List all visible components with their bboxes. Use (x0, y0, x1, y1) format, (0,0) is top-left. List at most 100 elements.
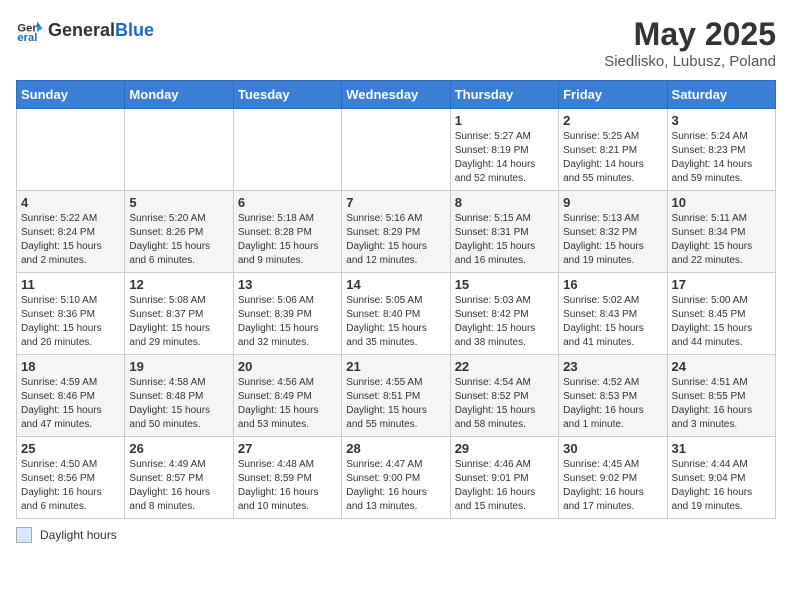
day-info: Sunrise: 4:58 AMSunset: 8:48 PMDaylight:… (129, 376, 228, 432)
day-info: Sunrise: 5:10 AMSunset: 8:36 PMDaylight:… (21, 294, 120, 350)
table-row: 29 Sunrise: 4:46 AMSunset: 9:01 PMDaylig… (450, 437, 558, 519)
table-row: 5 Sunrise: 5:20 AMSunset: 8:26 PMDayligh… (125, 191, 233, 273)
table-row: 27 Sunrise: 4:48 AMSunset: 8:59 PMDaylig… (233, 437, 341, 519)
day-number: 13 (238, 277, 337, 292)
day-info: Sunrise: 5:15 AMSunset: 8:31 PMDaylight:… (455, 212, 554, 268)
day-number: 4 (21, 195, 120, 210)
logo-general: General (48, 20, 115, 40)
day-info: Sunrise: 4:59 AMSunset: 8:46 PMDaylight:… (21, 376, 120, 432)
calendar-week-row: 1 Sunrise: 5:27 AMSunset: 8:19 PMDayligh… (17, 109, 776, 191)
table-row (125, 109, 233, 191)
table-row: 17 Sunrise: 5:00 AMSunset: 8:45 PMDaylig… (667, 273, 775, 355)
table-row (233, 109, 341, 191)
table-row (342, 109, 450, 191)
day-info: Sunrise: 4:52 AMSunset: 8:53 PMDaylight:… (563, 376, 662, 432)
calendar-week-row: 11 Sunrise: 5:10 AMSunset: 8:36 PMDaylig… (17, 273, 776, 355)
table-row: 15 Sunrise: 5:03 AMSunset: 8:42 PMDaylig… (450, 273, 558, 355)
day-info: Sunrise: 5:20 AMSunset: 8:26 PMDaylight:… (129, 212, 228, 268)
day-info: Sunrise: 5:16 AMSunset: 8:29 PMDaylight:… (346, 212, 445, 268)
table-row: 20 Sunrise: 4:56 AMSunset: 8:49 PMDaylig… (233, 355, 341, 437)
day-info: Sunrise: 4:44 AMSunset: 9:04 PMDaylight:… (672, 458, 771, 514)
header-tuesday: Tuesday (233, 81, 341, 109)
table-row: 19 Sunrise: 4:58 AMSunset: 8:48 PMDaylig… (125, 355, 233, 437)
table-row: 31 Sunrise: 4:44 AMSunset: 9:04 PMDaylig… (667, 437, 775, 519)
day-number: 7 (346, 195, 445, 210)
day-number: 17 (672, 277, 771, 292)
day-number: 30 (563, 441, 662, 456)
table-row: 30 Sunrise: 4:45 AMSunset: 9:02 PMDaylig… (559, 437, 667, 519)
table-row: 12 Sunrise: 5:08 AMSunset: 8:37 PMDaylig… (125, 273, 233, 355)
day-info: Sunrise: 4:56 AMSunset: 8:49 PMDaylight:… (238, 376, 337, 432)
page-header: Gen eral GeneralBlue May 2025 Siedlisko,… (16, 16, 776, 70)
day-number: 15 (455, 277, 554, 292)
day-info: Sunrise: 5:22 AMSunset: 8:24 PMDaylight:… (21, 212, 120, 268)
table-row: 25 Sunrise: 4:50 AMSunset: 8:56 PMDaylig… (17, 437, 125, 519)
day-info: Sunrise: 5:13 AMSunset: 8:32 PMDaylight:… (563, 212, 662, 268)
day-info: Sunrise: 5:05 AMSunset: 8:40 PMDaylight:… (346, 294, 445, 350)
legend-label: Daylight hours (40, 528, 117, 542)
table-row: 24 Sunrise: 4:51 AMSunset: 8:55 PMDaylig… (667, 355, 775, 437)
svg-text:eral: eral (17, 32, 37, 44)
header-sunday: Sunday (17, 81, 125, 109)
table-row: 28 Sunrise: 4:47 AMSunset: 9:00 PMDaylig… (342, 437, 450, 519)
table-row: 7 Sunrise: 5:16 AMSunset: 8:29 PMDayligh… (342, 191, 450, 273)
day-info: Sunrise: 4:49 AMSunset: 8:57 PMDaylight:… (129, 458, 228, 514)
day-number: 3 (672, 113, 771, 128)
day-number: 25 (21, 441, 120, 456)
table-row: 2 Sunrise: 5:25 AMSunset: 8:21 PMDayligh… (559, 109, 667, 191)
table-row: 26 Sunrise: 4:49 AMSunset: 8:57 PMDaylig… (125, 437, 233, 519)
day-info: Sunrise: 5:25 AMSunset: 8:21 PMDaylight:… (563, 130, 662, 186)
day-number: 27 (238, 441, 337, 456)
day-info: Sunrise: 4:55 AMSunset: 8:51 PMDaylight:… (346, 376, 445, 432)
day-number: 1 (455, 113, 554, 128)
day-number: 19 (129, 359, 228, 374)
table-row: 16 Sunrise: 5:02 AMSunset: 8:43 PMDaylig… (559, 273, 667, 355)
logo: Gen eral GeneralBlue (16, 16, 154, 44)
day-info: Sunrise: 4:48 AMSunset: 8:59 PMDaylight:… (238, 458, 337, 514)
day-info: Sunrise: 5:03 AMSunset: 8:42 PMDaylight:… (455, 294, 554, 350)
day-info: Sunrise: 5:06 AMSunset: 8:39 PMDaylight:… (238, 294, 337, 350)
day-number: 10 (672, 195, 771, 210)
calendar-week-row: 4 Sunrise: 5:22 AMSunset: 8:24 PMDayligh… (17, 191, 776, 273)
day-info: Sunrise: 4:54 AMSunset: 8:52 PMDaylight:… (455, 376, 554, 432)
day-number: 11 (21, 277, 120, 292)
table-row: 10 Sunrise: 5:11 AMSunset: 8:34 PMDaylig… (667, 191, 775, 273)
calendar-table: Sunday Monday Tuesday Wednesday Thursday… (16, 80, 776, 519)
day-info: Sunrise: 5:00 AMSunset: 8:45 PMDaylight:… (672, 294, 771, 350)
table-row: 6 Sunrise: 5:18 AMSunset: 8:28 PMDayligh… (233, 191, 341, 273)
table-row: 1 Sunrise: 5:27 AMSunset: 8:19 PMDayligh… (450, 109, 558, 191)
calendar-week-row: 25 Sunrise: 4:50 AMSunset: 8:56 PMDaylig… (17, 437, 776, 519)
day-info: Sunrise: 5:24 AMSunset: 8:23 PMDaylight:… (672, 130, 771, 186)
table-row: 21 Sunrise: 4:55 AMSunset: 8:51 PMDaylig… (342, 355, 450, 437)
day-info: Sunrise: 4:50 AMSunset: 8:56 PMDaylight:… (21, 458, 120, 514)
day-number: 8 (455, 195, 554, 210)
table-row: 22 Sunrise: 4:54 AMSunset: 8:52 PMDaylig… (450, 355, 558, 437)
logo-text: GeneralBlue (48, 21, 154, 40)
table-row: 3 Sunrise: 5:24 AMSunset: 8:23 PMDayligh… (667, 109, 775, 191)
table-row: 9 Sunrise: 5:13 AMSunset: 8:32 PMDayligh… (559, 191, 667, 273)
day-info: Sunrise: 5:11 AMSunset: 8:34 PMDaylight:… (672, 212, 771, 268)
header-friday: Friday (559, 81, 667, 109)
table-row: 14 Sunrise: 5:05 AMSunset: 8:40 PMDaylig… (342, 273, 450, 355)
day-info: Sunrise: 4:47 AMSunset: 9:00 PMDaylight:… (346, 458, 445, 514)
day-info: Sunrise: 4:45 AMSunset: 9:02 PMDaylight:… (563, 458, 662, 514)
day-number: 23 (563, 359, 662, 374)
table-row: 11 Sunrise: 5:10 AMSunset: 8:36 PMDaylig… (17, 273, 125, 355)
calendar-title: May 2025 (604, 16, 776, 53)
table-row (17, 109, 125, 191)
table-row: 18 Sunrise: 4:59 AMSunset: 8:46 PMDaylig… (17, 355, 125, 437)
logo-icon: Gen eral (16, 16, 44, 44)
table-row: 8 Sunrise: 5:15 AMSunset: 8:31 PMDayligh… (450, 191, 558, 273)
day-number: 16 (563, 277, 662, 292)
header-thursday: Thursday (450, 81, 558, 109)
day-number: 26 (129, 441, 228, 456)
calendar-subtitle: Siedlisko, Lubusz, Poland (604, 53, 776, 70)
day-info: Sunrise: 5:02 AMSunset: 8:43 PMDaylight:… (563, 294, 662, 350)
title-area: May 2025 Siedlisko, Lubusz, Poland (604, 16, 776, 70)
table-row: 4 Sunrise: 5:22 AMSunset: 8:24 PMDayligh… (17, 191, 125, 273)
header-monday: Monday (125, 81, 233, 109)
day-number: 14 (346, 277, 445, 292)
day-info: Sunrise: 4:46 AMSunset: 9:01 PMDaylight:… (455, 458, 554, 514)
header-saturday: Saturday (667, 81, 775, 109)
day-number: 12 (129, 277, 228, 292)
